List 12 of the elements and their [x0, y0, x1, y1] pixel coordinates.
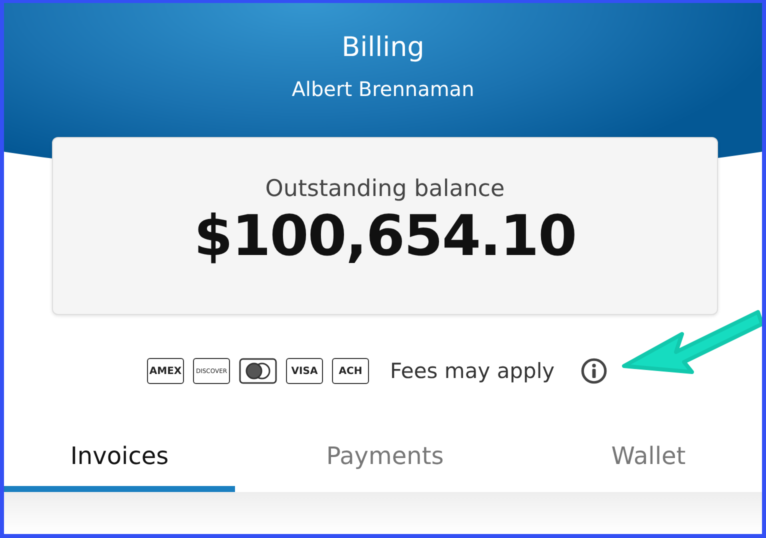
card-logo-icon	[239, 358, 277, 384]
payment-method-badge: ACH	[332, 358, 369, 384]
balance-label: Outstanding balance	[265, 176, 505, 202]
payment-method-badge: AMEX	[147, 358, 184, 384]
balance-amount: $100,654.10	[194, 204, 576, 269]
page-title: Billing	[342, 32, 424, 63]
payment-method-badge: VISA	[286, 358, 323, 384]
fees-note: Fees may apply	[390, 359, 555, 383]
customer-name: Albert Brennaman	[292, 77, 474, 101]
info-icon[interactable]	[580, 358, 607, 384]
tab[interactable]: Wallet	[535, 430, 762, 492]
tab[interactable]: Payments	[235, 430, 535, 492]
